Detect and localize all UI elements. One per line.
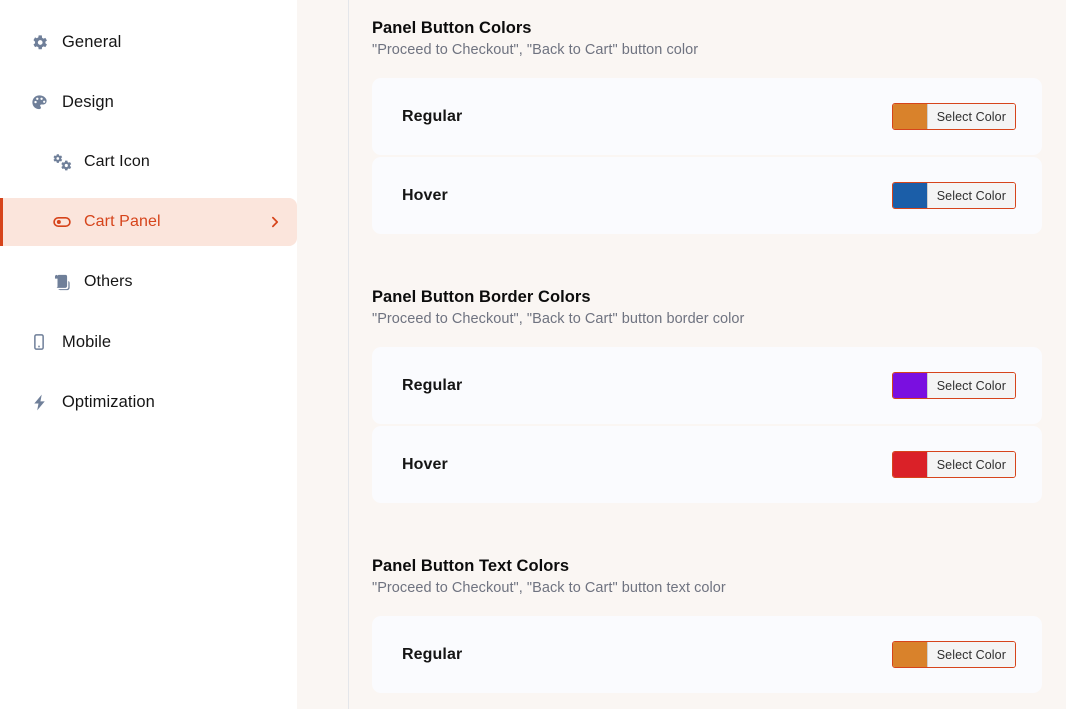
section-header: Panel Button Colors "Proceed to Checkout"… (372, 19, 1042, 58)
scroll-icon (52, 272, 72, 292)
settings-rows: Regular Select Color Hover Select Color (372, 78, 1042, 234)
sidebar-item-label: Cart Icon (84, 153, 150, 170)
palette-icon (28, 91, 50, 113)
section-subtitle: "Proceed to Checkout", "Back to Cart" bu… (372, 311, 745, 327)
sidebar-item-label: Design (62, 92, 114, 111)
section-title: Panel Button Border Colors (372, 288, 591, 306)
row-label: Regular (402, 645, 463, 663)
table-row: Regular Select Color (372, 347, 1042, 424)
sidebar-item-cart-icon[interactable]: Cart Icon (0, 138, 297, 186)
row-label: Regular (402, 107, 463, 125)
sidebar-item-label: Cart Panel (84, 213, 161, 230)
color-swatch[interactable] (892, 452, 927, 477)
toggle-icon (52, 212, 72, 232)
section-subtitle: "Proceed to Checkout", "Back to Cart" bu… (372, 580, 726, 596)
sidebar-item-cart-panel[interactable]: Cart Panel (0, 198, 297, 246)
select-color-label[interactable]: Select Color (926, 452, 1015, 477)
sidebar-item-label: Optimization (62, 392, 155, 411)
section-title: Panel Button Text Colors (372, 557, 570, 575)
table-row: Regular Select Color (372, 616, 1042, 693)
settings-rows: Regular Select Color Hover Select Color (372, 347, 1042, 503)
select-color-label[interactable]: Select Color (926, 183, 1015, 208)
table-row: Hover Select Color (372, 157, 1042, 234)
color-picker-button[interactable]: Select Color (891, 451, 1016, 478)
section-subtitle: "Proceed to Checkout", "Back to Cart" bu… (372, 42, 699, 58)
settings-page: General Design Cart Icon Cart Panel Others Mo… (0, 0, 1066, 709)
color-picker-button[interactable]: Select Color (891, 641, 1016, 668)
settings-section: Panel Button Border Colors "Proceed to Ch… (372, 288, 1042, 503)
row-label: Hover (402, 455, 448, 473)
section-header: Panel Button Border Colors "Proceed to Ch… (372, 288, 1042, 327)
row-label: Regular (402, 376, 463, 394)
chevron-right-icon[interactable] (268, 216, 281, 229)
mobile-icon (28, 331, 50, 353)
select-color-label[interactable]: Select Color (926, 104, 1015, 129)
color-swatch[interactable] (892, 183, 927, 208)
select-color-label[interactable]: Select Color (926, 642, 1015, 667)
color-swatch[interactable] (892, 104, 927, 129)
section-header: Panel Button Text Colors "Proceed to Chec… (372, 557, 1042, 596)
lightning-icon (28, 391, 50, 413)
sidebar-item-general[interactable]: General (0, 18, 297, 66)
settings-rows: Regular Select Color (372, 616, 1042, 693)
table-row: Hover Select Color (372, 426, 1042, 503)
gear-icon (28, 31, 50, 53)
color-picker-button[interactable]: Select Color (891, 182, 1016, 209)
color-swatch[interactable] (892, 642, 927, 667)
settings-scroll-area[interactable]: Panel Button Colors "Proceed to Checkout"… (297, 0, 1066, 709)
sidebar-item-label: General (62, 32, 122, 51)
sidebar-item-mobile[interactable]: Mobile (0, 318, 297, 366)
sidebar-item-label: Others (84, 273, 133, 290)
sidebar-item-design[interactable]: Design (0, 78, 297, 126)
settings-section: Panel Button Colors "Proceed to Checkout"… (372, 19, 1042, 234)
sidebar-navigation: General Design Cart Icon Cart Panel Others Mo… (0, 0, 297, 709)
select-color-label[interactable]: Select Color (926, 373, 1015, 398)
color-picker-button[interactable]: Select Color (891, 103, 1016, 130)
gears-icon (52, 152, 72, 172)
color-picker-button[interactable]: Select Color (891, 372, 1016, 399)
row-label: Hover (402, 186, 448, 204)
color-swatch[interactable] (892, 373, 927, 398)
settings-section: Panel Button Text Colors "Proceed to Chec… (372, 557, 1042, 693)
content-area: Panel Button Colors "Proceed to Checkout"… (297, 0, 1066, 709)
sidebar-item-optimization[interactable]: Optimization (0, 378, 297, 426)
section-title: Panel Button Colors (372, 19, 532, 37)
table-row: Regular Select Color (372, 78, 1042, 155)
sidebar-item-others[interactable]: Others (0, 258, 297, 306)
sidebar-item-label: Mobile (62, 332, 112, 351)
